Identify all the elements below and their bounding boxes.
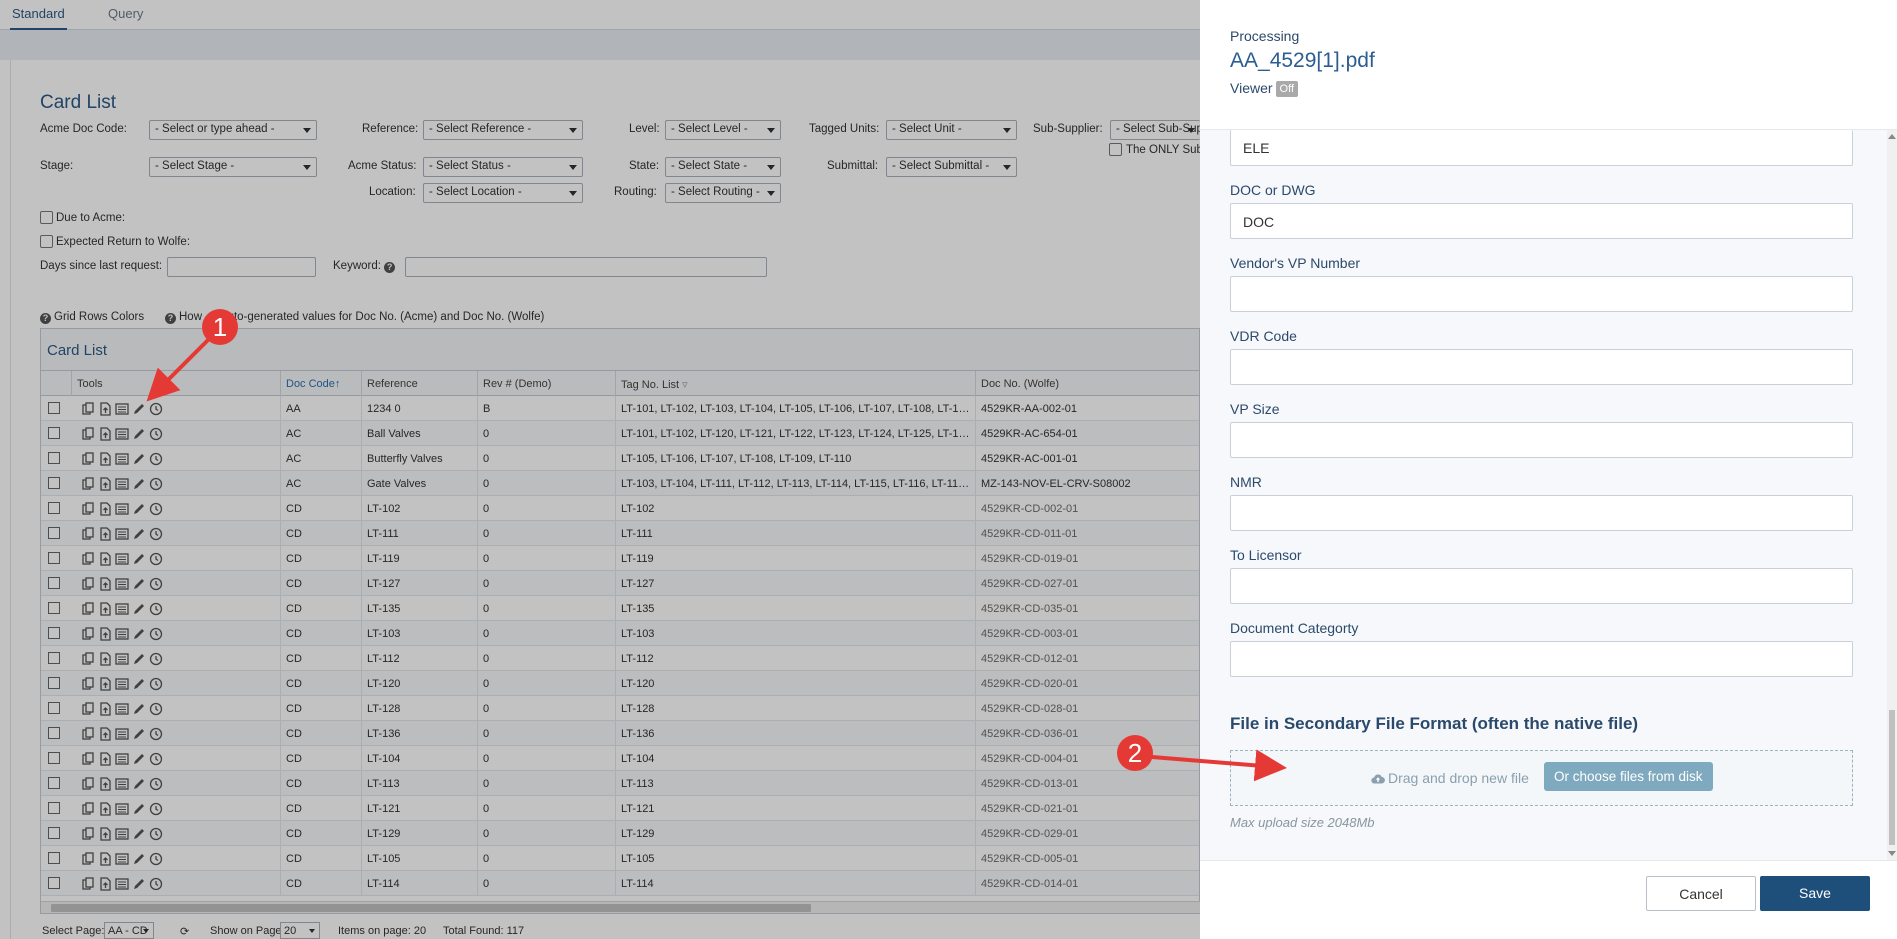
cancel-button[interactable]: Cancel bbox=[1646, 876, 1756, 911]
dropzone-text: Drag and drop new file bbox=[1388, 770, 1529, 786]
file-name: AA_4529[1].pdf bbox=[1230, 49, 1375, 72]
side-panel-form: ELE DOC or DWG DOC Vendor's VP Number VD… bbox=[1200, 130, 1897, 860]
document-category-input[interactable] bbox=[1230, 641, 1853, 677]
scrollbar-thumb[interactable] bbox=[1889, 710, 1895, 845]
viewer-label: Viewer bbox=[1230, 80, 1273, 96]
side-panel-header: Processing AA_4529[1].pdf Viewer Off bbox=[1200, 0, 1897, 130]
doc-or-dwg-input[interactable]: DOC bbox=[1230, 203, 1853, 239]
vertical-scrollbar[interactable] bbox=[1887, 130, 1897, 860]
nmr-input[interactable] bbox=[1230, 495, 1853, 531]
processing-label: Processing bbox=[1230, 28, 1300, 44]
doc-or-dwg-label: DOC or DWG bbox=[1230, 182, 1316, 198]
side-panel-footer: Cancel Save bbox=[1200, 860, 1897, 939]
processing-side-panel: Processing AA_4529[1].pdf Viewer Off ELE … bbox=[1200, 0, 1897, 939]
scroll-down-arrow-icon[interactable] bbox=[1888, 851, 1896, 856]
vp-size-label: VP Size bbox=[1230, 401, 1280, 417]
secondary-file-title: File in Secondary File Format (often the… bbox=[1230, 714, 1639, 733]
document-category-label: Document Categorty bbox=[1230, 620, 1359, 636]
nmr-label: NMR bbox=[1230, 474, 1262, 490]
vendor-vp-number-label: Vendor's VP Number bbox=[1230, 255, 1361, 271]
modal-backdrop[interactable] bbox=[0, 0, 1200, 939]
viewer-toggle[interactable]: Off bbox=[1275, 81, 1299, 97]
max-upload-note: Max upload size 2048Mb bbox=[1230, 815, 1375, 830]
vendor-vp-number-input[interactable] bbox=[1230, 276, 1853, 312]
scroll-up-arrow-icon[interactable] bbox=[1888, 134, 1896, 139]
cloud-upload-icon bbox=[1371, 774, 1385, 784]
dropzone-text-wrap: Drag and drop new file bbox=[1371, 770, 1529, 786]
field-ele-input[interactable]: ELE bbox=[1230, 130, 1853, 166]
save-button[interactable]: Save bbox=[1760, 876, 1870, 911]
file-dropzone[interactable]: Drag and drop new file Or choose files f… bbox=[1230, 750, 1853, 806]
choose-files-button[interactable]: Or choose files from disk bbox=[1544, 762, 1713, 791]
vp-size-input[interactable] bbox=[1230, 422, 1853, 458]
viewer-row: Viewer Off bbox=[1230, 80, 1299, 97]
to-licensor-input[interactable] bbox=[1230, 568, 1853, 604]
to-licensor-label: To Licensor bbox=[1230, 547, 1302, 563]
vdr-code-label: VDR Code bbox=[1230, 328, 1297, 344]
vdr-code-input[interactable] bbox=[1230, 349, 1853, 385]
